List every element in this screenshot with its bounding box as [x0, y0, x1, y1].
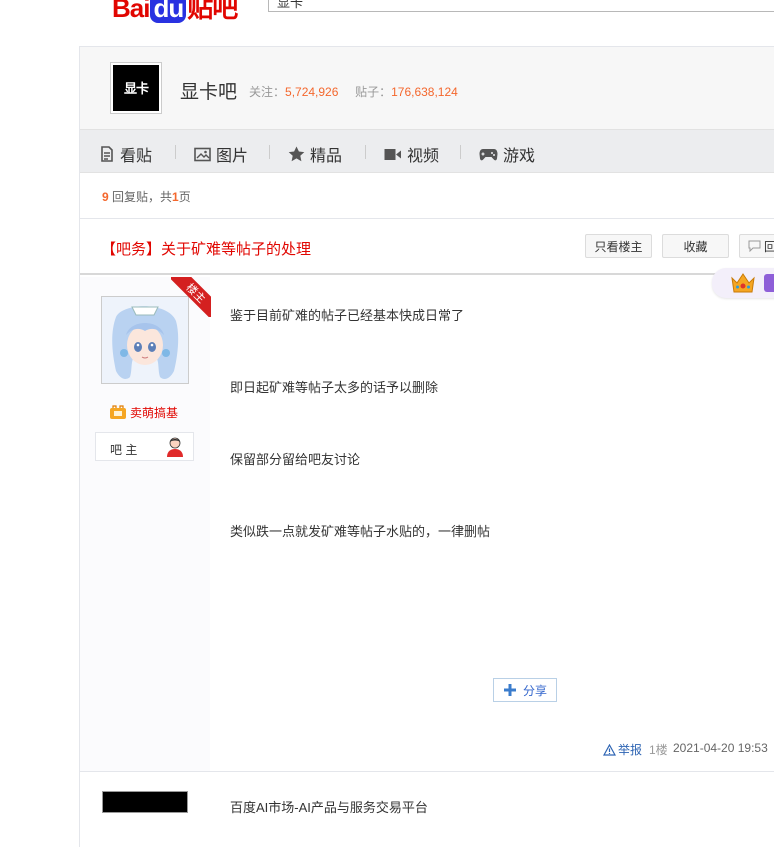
forum-stats: 关注：5,724,926 贴子：176,638,124: [249, 85, 458, 99]
follow-count: 5,724,926: [285, 85, 339, 99]
search-input[interactable]: 显卡: [268, 0, 774, 12]
video-camera-icon: [384, 148, 401, 160]
post-time: 2021-04-20 19:53: [673, 741, 768, 755]
collect-button[interactable]: 收藏: [662, 234, 729, 258]
gamepad-icon: [479, 148, 498, 160]
crown-icon: [731, 273, 755, 293]
picture-icon: [194, 147, 211, 161]
forum-nav: 看贴 图片 精品 视频 游戏: [80, 129, 774, 173]
comment-icon: [748, 240, 761, 252]
reply-count: 9 回复贴，共1页: [102, 190, 191, 204]
tab-featured[interactable]: 精品: [288, 142, 342, 166]
tab-videos[interactable]: 视频: [384, 142, 439, 166]
baidu-tieba-logo[interactable]: Bai du 贴吧: [112, 0, 238, 25]
tab-games[interactable]: 游戏: [479, 142, 535, 166]
share-button[interactable]: 分享: [493, 678, 557, 702]
moderator-person-icon: [167, 437, 183, 457]
reply-button[interactable]: 回: [739, 234, 774, 258]
only-op-button[interactable]: 只看楼主: [585, 234, 652, 258]
author-username[interactable]: 卖萌搞基: [109, 404, 178, 421]
next-post-preview: 百度AI市场-AI产品与服务交易平台: [230, 800, 428, 815]
post-paragraph: 保留部分留给吧友讨论: [230, 452, 361, 467]
post-divider: [80, 771, 774, 772]
vip-icon: [764, 274, 774, 292]
member-level-icon: [110, 405, 126, 419]
plus-share-icon: [503, 684, 516, 696]
thread-title: 【吧务】关于矿难等帖子的处理: [101, 241, 312, 258]
vip-crown-badge[interactable]: [712, 268, 774, 298]
post-paragraph: 即日起矿难等帖子太多的话予以删除: [230, 380, 439, 395]
op-badge: 楼主: [171, 277, 211, 317]
warning-icon: [603, 743, 616, 756]
document-icon: [101, 146, 113, 162]
posts-count: 176,638,124: [391, 85, 458, 99]
forum-name[interactable]: 显卡吧: [180, 77, 237, 104]
next-author-avatar[interactable]: [102, 791, 188, 813]
star-icon: [288, 146, 305, 162]
tab-posts[interactable]: 看贴: [99, 142, 152, 166]
moderator-role-badge: 吧 主: [95, 432, 194, 461]
post-paragraph: 类似跌一点就发矿难等帖子水贴的，一律删帖: [230, 524, 491, 539]
floor-number: 1楼: [649, 743, 668, 757]
tab-pictures[interactable]: 图片: [194, 142, 248, 166]
post-paragraph: 鉴于目前矿难的帖子已经基本快成日常了: [230, 308, 465, 323]
report-link[interactable]: 举报: [603, 741, 642, 758]
forum-avatar[interactable]: 显卡: [110, 62, 162, 114]
